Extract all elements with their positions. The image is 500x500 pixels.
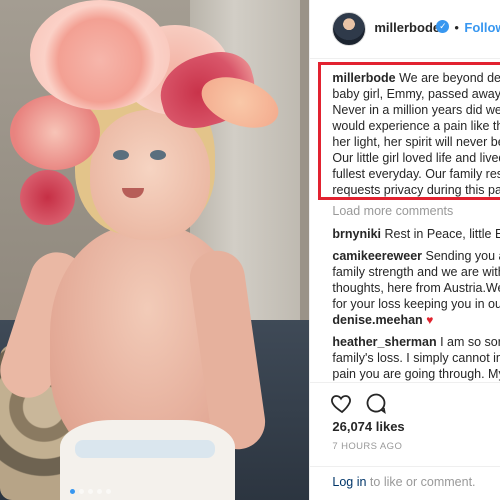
caption-line: her light, her spirit will never be xyxy=(332,135,500,149)
header-username[interactable]: millerbode xyxy=(374,20,440,35)
comment-text: family's loss. I simply cannot ima xyxy=(332,351,500,365)
comment-text: I am so sorry t xyxy=(440,335,500,349)
comment-text: Rest in Peace, little Emm xyxy=(384,227,500,241)
login-prompt-text: to like or comment. xyxy=(369,475,476,489)
caption-line: would experience a pain like this xyxy=(332,119,500,133)
comment-item: brnyniki Rest in Peace, little Emm xyxy=(332,226,500,242)
comment-username[interactable]: heather_sherman xyxy=(332,335,436,349)
comment-text: family strength and we are with y xyxy=(332,265,500,279)
photo-face xyxy=(90,110,210,240)
post-side-panel: millerbode ✓ • Follow millerbode We are … xyxy=(309,0,500,500)
caption-line: We are beyond deva xyxy=(399,71,500,85)
carousel-dot[interactable] xyxy=(70,489,75,494)
carousel-dot[interactable] xyxy=(79,489,84,494)
comment-item: denise.meehan ♥ xyxy=(332,312,433,328)
caption-line: Never in a million years did we t xyxy=(332,103,500,117)
red-heart-emoji: ♥ xyxy=(426,313,434,327)
header-separator: • xyxy=(454,20,459,35)
comment-item: heather_sherman I am so sorry t family's… xyxy=(332,334,500,382)
load-more-comments-link[interactable]: Load more comments xyxy=(332,204,453,218)
caption-line: requests privacy during this pain xyxy=(332,183,500,197)
follow-button[interactable]: Follow xyxy=(464,20,500,35)
post-caption: millerbode We are beyond deva baby girl,… xyxy=(332,70,500,198)
caption-username[interactable]: millerbode xyxy=(332,71,395,85)
comment-username[interactable]: brnyniki xyxy=(332,227,381,241)
comment-text: for your loss keeping you in our xyxy=(332,297,500,311)
photo-diaper-band xyxy=(75,440,215,458)
comment-text: thoughts, here from Austria.We a xyxy=(332,281,500,295)
post-timestamp: 7 HOURS AGO xyxy=(332,441,403,452)
carousel-dot[interactable] xyxy=(106,489,111,494)
post-photo[interactable] xyxy=(0,0,310,500)
instagram-post: millerbode ✓ • Follow millerbode We are … xyxy=(0,0,500,500)
photo-flower-big xyxy=(30,0,170,110)
comment-username[interactable]: denise.meehan xyxy=(332,313,422,327)
photo-diaper xyxy=(60,420,235,500)
comment-username[interactable]: camikeereweer xyxy=(332,249,422,263)
photo-eye-left xyxy=(113,150,129,160)
login-link[interactable]: Log in xyxy=(332,475,366,489)
post-header: millerbode ✓ • Follow xyxy=(310,0,500,59)
avatar[interactable] xyxy=(332,12,367,46)
comment-text: pain you are going through. My xyxy=(332,367,500,381)
post-actions: 26,074 likes 7 HOURS AGO Log in to like … xyxy=(310,382,500,500)
caption-line: baby girl, Emmy, passed away ye xyxy=(332,87,500,101)
caption-line: fullest everyday. Our family respe xyxy=(332,167,500,181)
carousel-dot[interactable] xyxy=(97,489,102,494)
comment-item: camikeereweer Sending you and family str… xyxy=(332,248,500,312)
photo-flower-red-small xyxy=(20,170,75,225)
carousel-dots xyxy=(70,489,111,494)
heart-icon[interactable] xyxy=(330,391,354,415)
login-prompt: Log in to like or comment. xyxy=(310,466,500,489)
comment-icon[interactable] xyxy=(364,391,388,415)
like-count[interactable]: 26,074 likes xyxy=(332,419,404,434)
comment-text: Sending you and xyxy=(425,249,500,263)
carousel-dot[interactable] xyxy=(88,489,93,494)
photo-eye-right xyxy=(150,150,166,160)
caption-line: Our little girl loved life and lived xyxy=(332,151,500,165)
verified-badge-icon: ✓ xyxy=(436,20,450,33)
